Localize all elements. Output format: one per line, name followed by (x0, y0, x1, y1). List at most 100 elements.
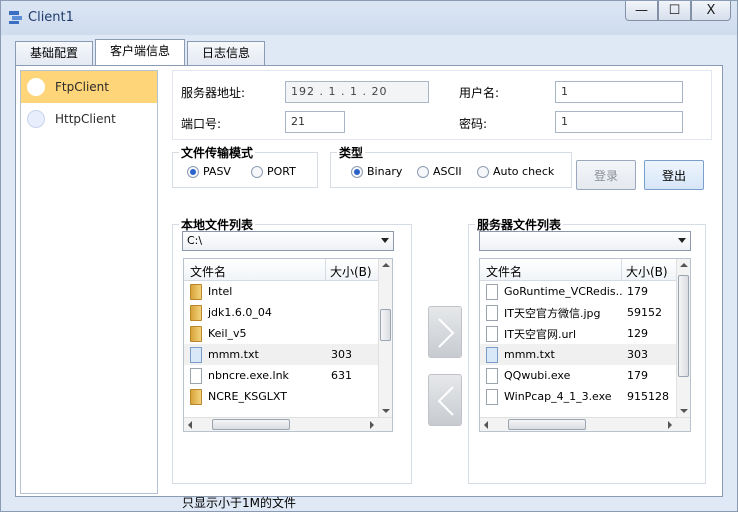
local-horizontal-scrollbar[interactable] (184, 417, 392, 431)
file-row[interactable]: Intel (184, 281, 392, 302)
login-button[interactable]: 登录 (576, 160, 636, 190)
file-row[interactable]: jdk1.6.0_04 (184, 302, 392, 323)
username-input[interactable]: 1 (555, 81, 683, 103)
type-group: 类型 Binary ASCII Auto check (330, 144, 572, 188)
file-name: GoRuntime_VCRedis... (504, 285, 622, 298)
file-size: 915128 (627, 390, 669, 403)
ftp-client-icon (27, 78, 45, 96)
file-row[interactable]: nbncre.exe.lnk 631 (184, 365, 392, 386)
scroll-thumb[interactable] (508, 419, 586, 430)
sidebar-item-ftpclient[interactable]: FtpClient (21, 71, 157, 103)
server-file-rows: GoRuntime_VCRedis... 179 IT天空官方微信.jpg 59152… (480, 281, 690, 407)
maximize-icon: ☐ (668, 3, 681, 18)
auto-check-radio[interactable]: Auto check (477, 165, 554, 178)
file-name: IT天空官方微信.jpg (504, 306, 601, 320)
scroll-thumb[interactable] (678, 275, 689, 377)
file-row[interactable]: IT天空官网.url 129 (480, 323, 690, 344)
upload-button[interactable] (428, 306, 462, 358)
tab-client-info[interactable]: 客户端信息 (95, 39, 186, 65)
binary-radio[interactable]: Binary (351, 165, 402, 178)
text-file-icon (190, 346, 202, 363)
file-name-cell: IT天空官方微信.jpg (480, 304, 622, 321)
scroll-down-icon (382, 409, 390, 413)
port-input[interactable]: 21 (285, 111, 345, 133)
password-input[interactable]: 1 (555, 111, 683, 133)
file-name-cell: mmm.txt (480, 346, 622, 363)
file-row[interactable]: GoRuntime_VCRedis... 179 (480, 281, 690, 302)
server-vertical-scrollbar[interactable] (676, 259, 690, 417)
folder-icon (190, 325, 202, 342)
file-row[interactable]: WinPcap_4_1_3.exe 915128 (480, 386, 690, 407)
scroll-thumb[interactable] (212, 419, 290, 430)
radio-checked-icon (187, 165, 199, 178)
file-row[interactable]: IT天空官方微信.jpg 59152 (480, 302, 690, 323)
window-controls: — ☐ X (625, 1, 731, 21)
ascii-radio[interactable]: ASCII (417, 165, 462, 178)
server-path-select[interactable] (479, 231, 691, 251)
type-title: 类型 (337, 144, 366, 161)
tab-bar: 基础配置 客户端信息 日志信息 (15, 39, 267, 65)
logout-button[interactable]: 登出 (644, 160, 704, 190)
folder-icon (190, 304, 202, 321)
server-address-input[interactable]: 192 . 1 . 1 . 20 (285, 81, 429, 103)
local-vertical-scrollbar[interactable] (378, 259, 392, 417)
file-name-cell: WinPcap_4_1_3.exe (480, 388, 622, 405)
tab-log-info[interactable]: 日志信息 (187, 41, 266, 65)
minimize-button[interactable]: — (625, 1, 658, 21)
download-button[interactable] (428, 374, 462, 426)
sidebar-item-label: HttpClient (55, 112, 116, 126)
tab-panel: FtpClient HttpClient 服务器地址: 192 . 1 . 1 … (15, 65, 723, 510)
file-size: 179 (627, 285, 648, 298)
local-file-list[interactable]: 文件名 大小(B) Intel jdk1.6.0_04 Keil_v5 mmm.txt… (183, 258, 393, 432)
chevron-down-icon (381, 238, 389, 243)
file-size: 303 (331, 348, 352, 361)
file-row[interactable]: mmm.txt 303 (184, 344, 392, 365)
password-label: 密码: (459, 117, 488, 131)
radio-unchecked-icon (251, 165, 263, 178)
port-mode-label: PORT (267, 165, 296, 178)
file-name-cell: Intel (184, 283, 326, 300)
file-row[interactable]: NCRE_KSGLXT (184, 386, 392, 407)
folder-icon (190, 283, 202, 300)
local-list-header: 文件名 大小(B) (184, 259, 392, 281)
file-name: mmm.txt (504, 348, 555, 361)
name-column-header[interactable]: 文件名 (184, 259, 326, 280)
transfer-mode-title: 文件传输模式 (179, 144, 256, 161)
sidebar-item-label: FtpClient (55, 80, 109, 94)
scroll-thumb[interactable] (380, 309, 391, 341)
pasv-radio[interactable]: PASV (187, 165, 231, 178)
tab-basic-config[interactable]: 基础配置 (15, 41, 94, 65)
file-row[interactable]: mmm.txt 303 (480, 344, 690, 365)
auto-check-label: Auto check (493, 165, 555, 178)
minimize-icon: — (635, 3, 648, 18)
scroll-right-icon (370, 421, 374, 429)
ascii-label: ASCII (433, 165, 462, 178)
close-icon: X (706, 3, 716, 18)
app-icon (9, 11, 22, 24)
server-file-list[interactable]: 文件名 大小(B) GoRuntime_VCRedis... 179 IT天空官方微… (479, 258, 691, 432)
size-column-header[interactable]: 大小(B) (326, 259, 376, 280)
server-horizontal-scrollbar[interactable] (480, 417, 690, 431)
scroll-left-icon (188, 421, 192, 429)
scroll-right-icon (668, 421, 672, 429)
close-button[interactable]: X (691, 1, 731, 21)
file-icon (486, 388, 498, 405)
local-path-select[interactable]: C:\ (182, 231, 394, 251)
scroll-left-icon (484, 421, 488, 429)
file-name-cell: GoRuntime_VCRedis... (480, 283, 622, 300)
radio-unchecked-icon (417, 165, 429, 178)
file-row[interactable]: QQwubi.exe 179 (480, 365, 690, 386)
name-column-header[interactable]: 文件名 (480, 259, 622, 280)
file-row[interactable]: Keil_v5 (184, 323, 392, 344)
file-icon (486, 283, 498, 300)
file-size: 129 (627, 327, 648, 340)
title-bar[interactable]: Client1 — ☐ X (1, 1, 737, 35)
size-limit-note: 只显示小于1M的文件 (182, 496, 296, 510)
radio-checked-icon (351, 165, 363, 178)
size-column-header[interactable]: 大小(B) (622, 259, 672, 280)
maximize-button[interactable]: ☐ (658, 1, 691, 21)
port-radio[interactable]: PORT (251, 165, 296, 178)
sidebar-item-httpclient[interactable]: HttpClient (21, 103, 157, 135)
window-title: Client1 (28, 10, 74, 25)
port-label: 端口号: (181, 117, 222, 131)
